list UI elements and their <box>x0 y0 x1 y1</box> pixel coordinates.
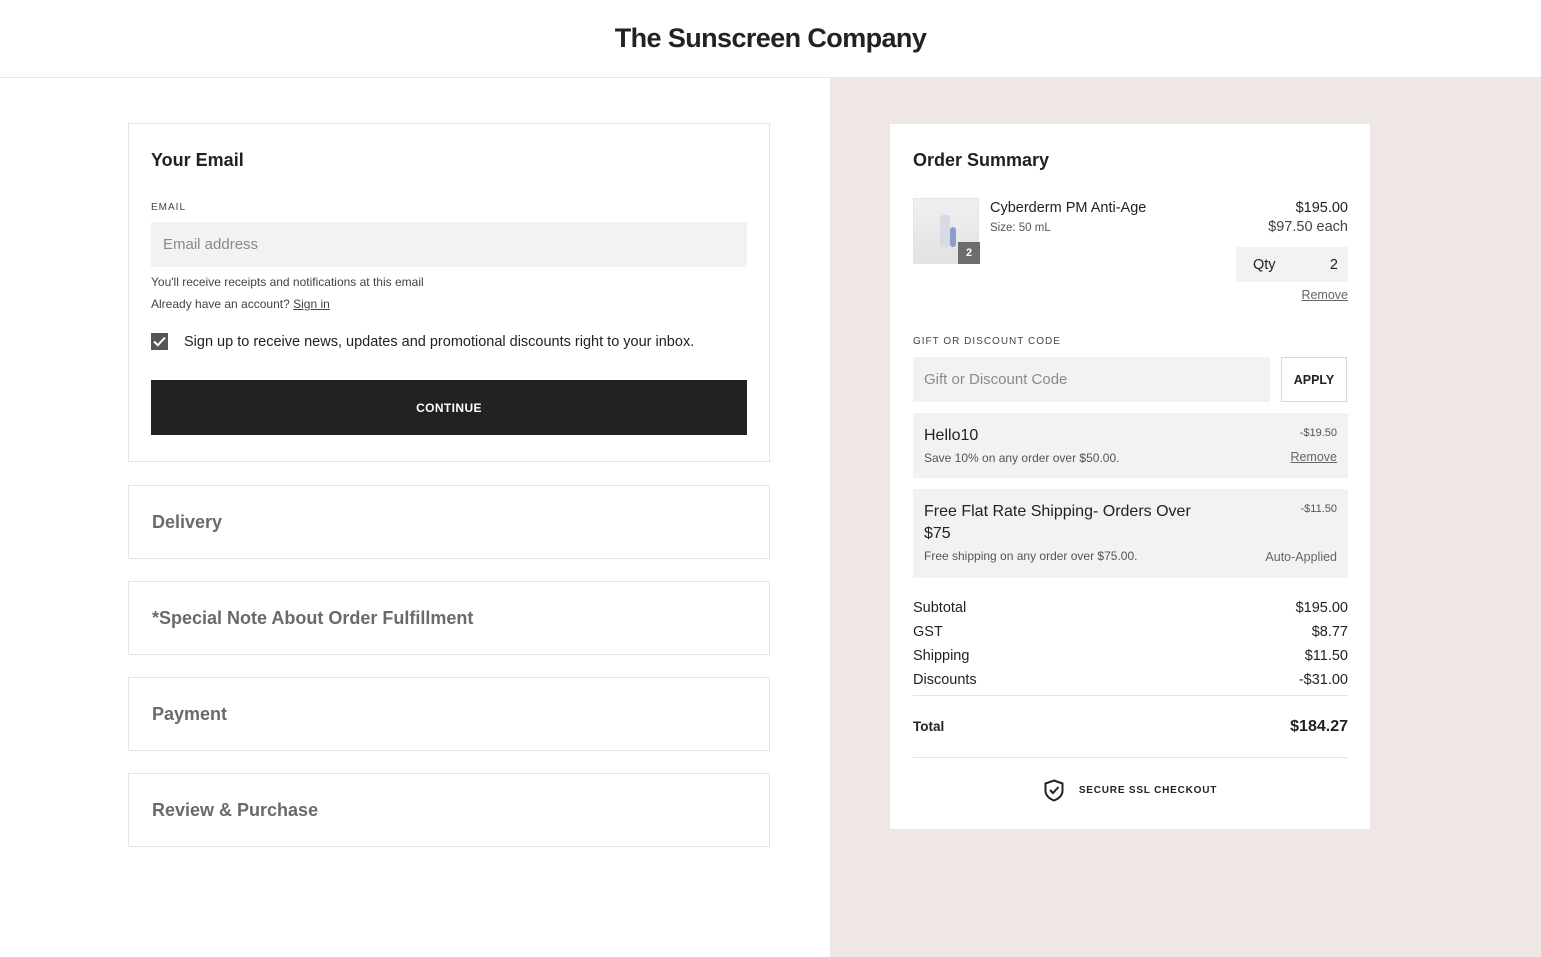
step-special-note-label: *Special Note About Order Fulfillment <box>152 607 474 628</box>
row-label: GST <box>913 624 943 640</box>
row-label: Shipping <box>913 648 970 664</box>
remove-item-link[interactable]: Remove <box>1301 288 1348 302</box>
row-value: $11.50 <box>1304 648 1348 664</box>
apply-button[interactable]: APPLY <box>1281 357 1347 402</box>
email-section: Your Email EMAIL You'll receive receipts… <box>128 123 770 462</box>
newsletter-label: Sign up to receive news, updates and pro… <box>184 333 695 350</box>
promo-description: Save 10% on any order over $50.00. <box>924 451 1120 465</box>
discounts-row: Discounts -$31.00 <box>913 668 1348 692</box>
newsletter-checkbox[interactable] <box>151 333 168 350</box>
order-summary-column: Order Summary 2 Cyberderm PM Anti-Age Si… <box>830 78 1541 957</box>
account-prompt: Already have an account? Sign in <box>151 297 747 311</box>
row-label: Subtotal <box>913 600 967 616</box>
step-payment[interactable]: Payment <box>128 677 770 751</box>
product-bottle-graphic <box>940 215 950 247</box>
row-label: Discounts <box>913 672 977 688</box>
shield-check-icon <box>1044 779 1064 802</box>
discount-code-row: APPLY <box>913 357 1348 402</box>
quantity-value: 2 <box>1329 256 1338 273</box>
secure-checkout-label: SECURE SSL CHECKOUT <box>1078 785 1218 796</box>
product-price: $195.00 <box>1295 200 1348 216</box>
step-delivery[interactable]: Delivery <box>128 485 770 559</box>
gst-row: GST $8.77 <box>913 620 1348 644</box>
sign-in-link[interactable]: Sign in <box>293 297 330 311</box>
product-bottle-graphic <box>950 227 956 247</box>
step-review-purchase[interactable]: Review & Purchase <box>128 773 770 847</box>
applied-promo: Free Flat Rate Shipping- Orders Over $75… <box>913 489 1348 578</box>
order-summary: Order Summary 2 Cyberderm PM Anti-Age Si… <box>890 124 1370 829</box>
newsletter-row: Sign up to receive news, updates and pro… <box>151 333 747 350</box>
quantity-label: Qty <box>1253 256 1276 273</box>
step-special-note[interactable]: *Special Note About Order Fulfillment <box>128 581 770 655</box>
total-value: $184.27 <box>1290 717 1348 735</box>
remove-promo-link[interactable]: Remove <box>1290 450 1337 464</box>
row-value: $8.77 <box>1311 624 1348 640</box>
secure-checkout: SECURE SSL CHECKOUT <box>913 779 1348 802</box>
account-prompt-text: Already have an account? <box>151 297 290 311</box>
email-hint: You'll receive receipts and notification… <box>151 275 424 289</box>
applied-promo: Hello10 Save 10% on any order over $50.0… <box>913 413 1348 478</box>
total-label: Total <box>913 719 945 734</box>
promo-status: Auto-Applied <box>1265 550 1337 564</box>
discount-code-label: GIFT OR DISCOUNT CODE <box>913 336 1061 347</box>
product-name: Cyberderm PM Anti-Age <box>990 200 1147 216</box>
subtotal-row: Subtotal $195.00 <box>913 596 1348 620</box>
promo-title: Free Flat Rate Shipping- Orders Over $75 <box>924 503 1191 542</box>
shipping-row: Shipping $11.50 <box>913 644 1348 668</box>
quantity-badge: 2 <box>958 242 980 264</box>
divider <box>913 757 1348 758</box>
continue-button[interactable]: CONTINUE <box>151 380 747 435</box>
totals-list: Subtotal $195.00 GST $8.77 Shipping $11.… <box>913 596 1348 692</box>
promo-title: Hello10 <box>924 427 979 444</box>
checkout-steps-column: Your Email EMAIL You'll receive receipts… <box>0 78 830 957</box>
row-value: $195.00 <box>1295 600 1348 616</box>
step-payment-label: Payment <box>152 703 228 724</box>
checkout-main: Your Email EMAIL You'll receive receipts… <box>0 78 1541 957</box>
promo-amount: -$19.50 <box>1299 427 1337 439</box>
product-unit-price: $97.50 each <box>1268 219 1348 235</box>
order-summary-title: Order Summary <box>913 150 1050 170</box>
brand-logo[interactable]: The Sunscreen Company <box>615 23 927 54</box>
quantity-selector[interactable]: Qty 2 <box>1236 247 1348 282</box>
product-size: Size: 50 mL <box>990 222 1051 234</box>
email-input[interactable] <box>151 222 747 267</box>
row-value: -$31.00 <box>1298 672 1348 688</box>
checkmark-icon <box>153 336 166 347</box>
total-row: Total $184.27 <box>913 696 1348 757</box>
discount-code-input[interactable] <box>913 357 1270 402</box>
email-field-label: EMAIL <box>151 202 187 213</box>
product-thumbnail: 2 <box>913 198 980 264</box>
email-section-title: Your Email <box>151 150 244 170</box>
page-header: The Sunscreen Company <box>0 0 1541 78</box>
step-review-label: Review & Purchase <box>152 799 319 820</box>
promo-amount: -$11.50 <box>1300 503 1338 515</box>
step-delivery-label: Delivery <box>152 511 223 532</box>
cart-item: 2 Cyberderm PM Anti-Age Size: 50 mL $195… <box>913 198 1348 303</box>
